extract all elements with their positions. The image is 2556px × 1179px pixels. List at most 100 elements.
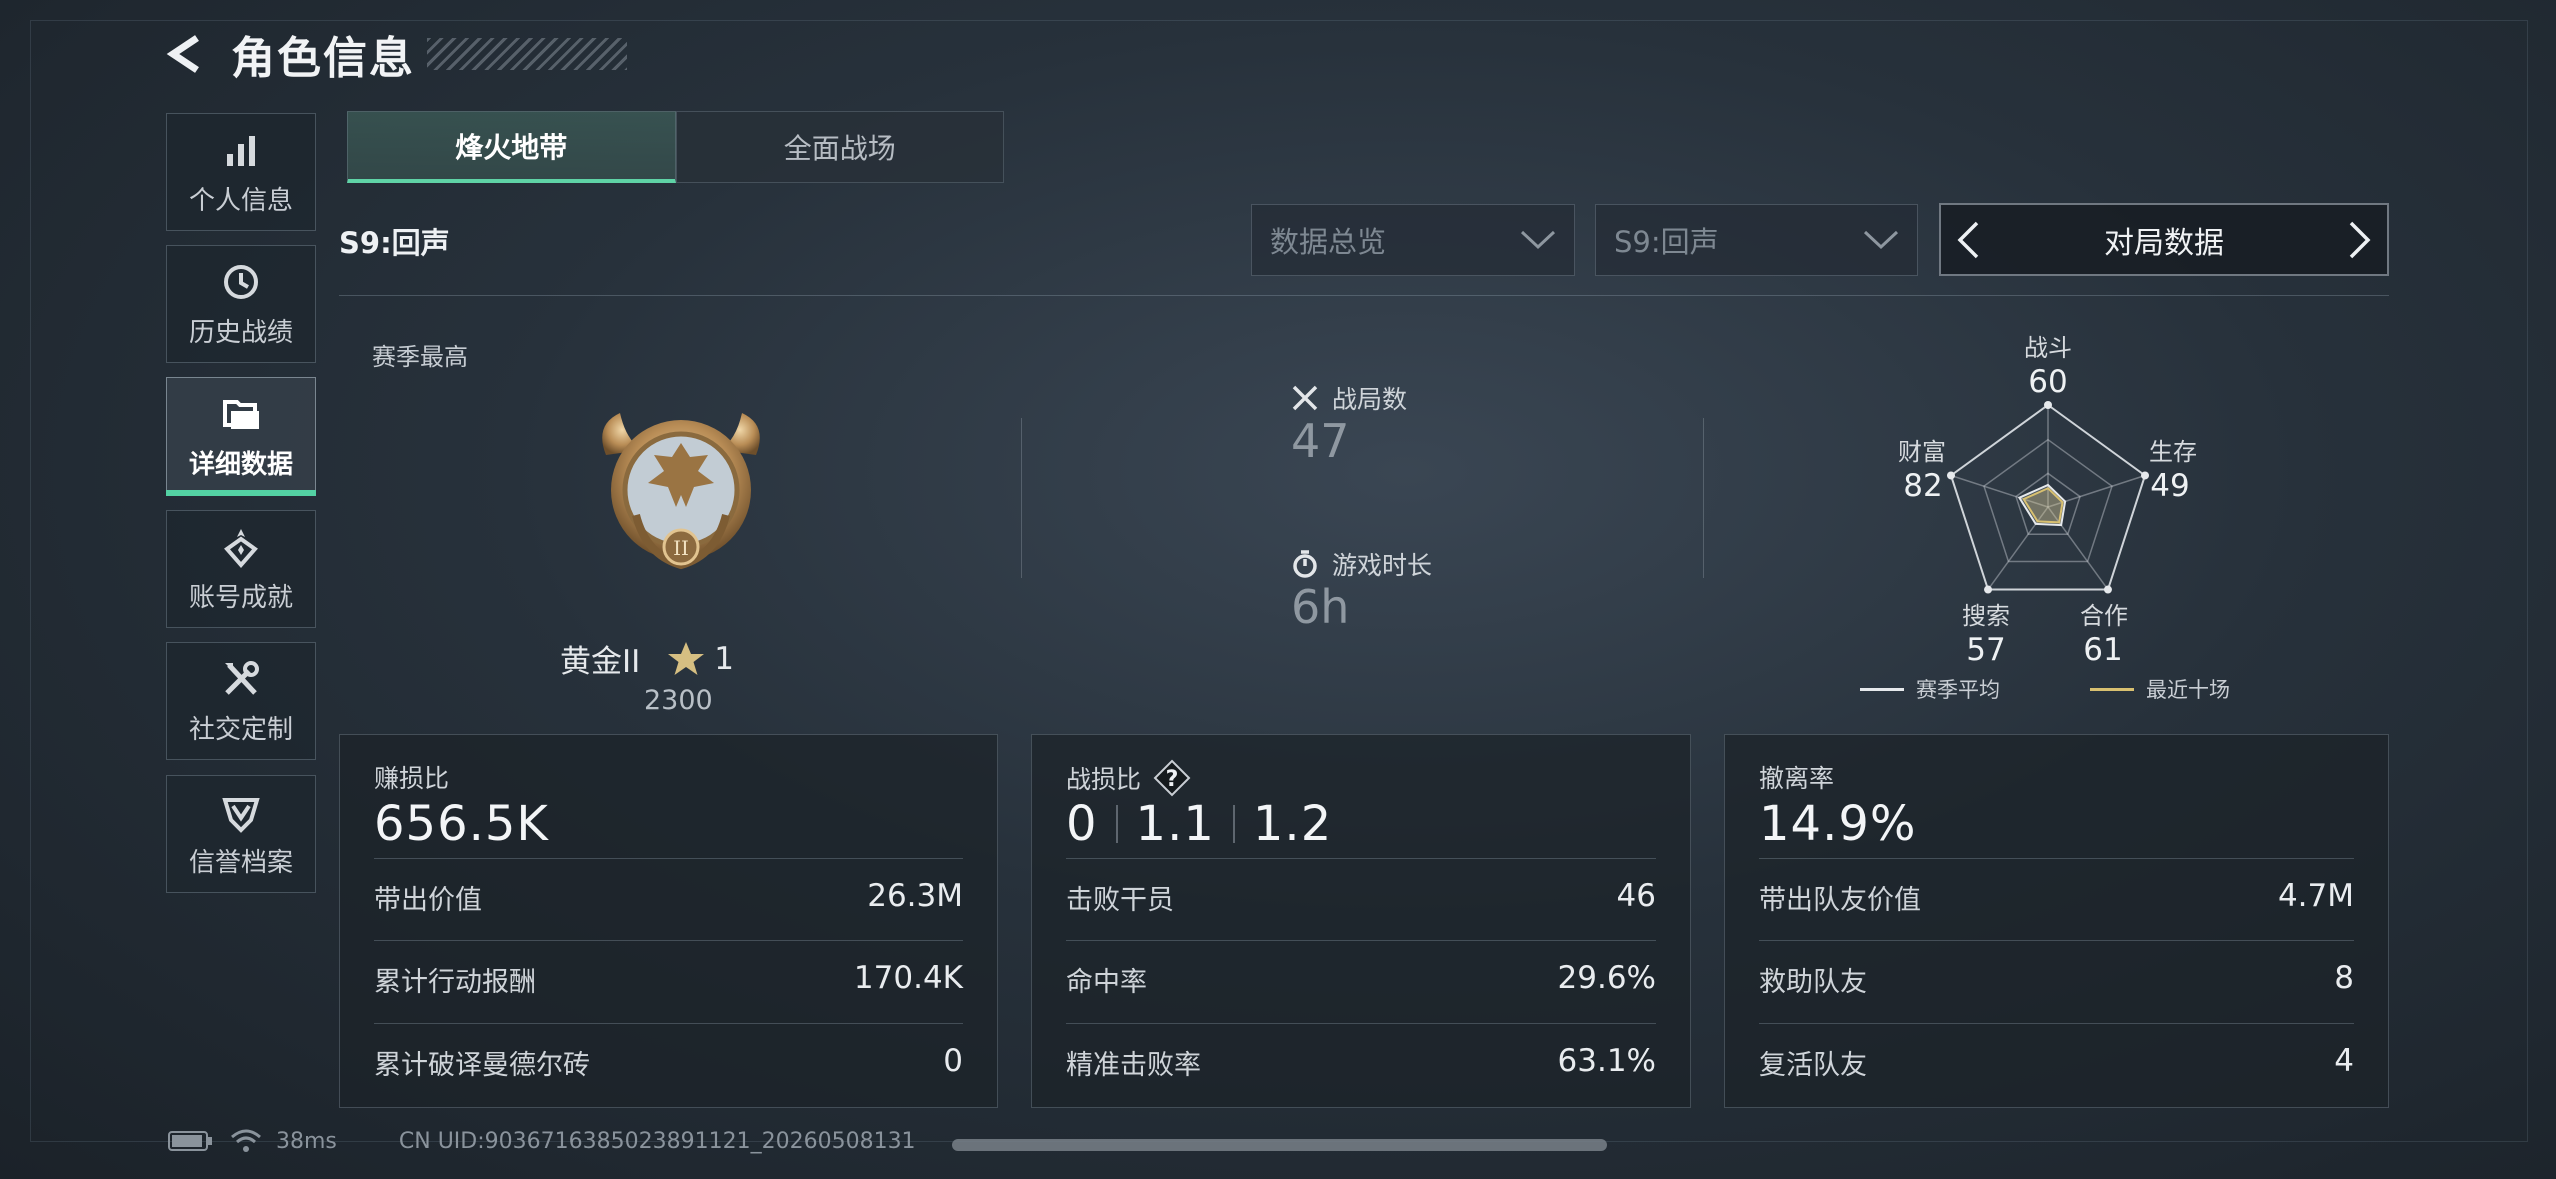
sidebar-item-detailed-data[interactable]: 详细数据 <box>166 377 316 496</box>
radar-axis-endpoint <box>2103 585 2112 594</box>
sidebar-item-achievements[interactable]: 账号成就 <box>166 510 316 628</box>
sidebar-item-personal-info[interactable]: 个人信息 <box>166 113 316 231</box>
rank-score: 2300 <box>644 685 713 716</box>
divider <box>1759 1023 2354 1024</box>
row-label: 累计破译曼德尔砖 <box>374 1050 590 1081</box>
row-label: 复活队友 <box>1759 1050 1867 1081</box>
tools-icon <box>225 660 259 695</box>
divider <box>1066 940 1656 941</box>
legend-line-season <box>1860 687 1904 691</box>
legend-recent-label: 最近十场 <box>2146 678 2230 702</box>
card-row: 命中率 29.6% <box>1066 960 1656 999</box>
card-title: 赚损比 <box>374 764 450 793</box>
value-separator <box>1115 805 1118 843</box>
divider <box>1021 418 1022 578</box>
kd-value-1: 0 <box>1066 796 1098 852</box>
radar-legend: 赛季平均 最近十场 <box>1860 674 2230 704</box>
card-main-value: 656.5K <box>374 796 549 852</box>
tab-full-battlefield[interactable]: 全面战场 <box>675 111 1004 183</box>
chevron-right-icon[interactable] <box>2347 220 2373 260</box>
chevron-down-icon <box>1863 230 1899 250</box>
card-title-row: 战损比 ? <box>1066 759 1191 797</box>
card-row: 带出价值 26.3M <box>374 878 963 917</box>
achievement-medal-icon <box>224 528 258 568</box>
card-main-values: 0 1.1 1.2 <box>1066 796 1332 852</box>
radar-axis-endpoint <box>2044 401 2052 409</box>
sidebar-item-label: 个人信息 <box>188 185 293 216</box>
mode-tabs: 烽火地带 全面战场 <box>347 111 1004 183</box>
card-row: 击败干员 46 <box>1066 878 1656 917</box>
value-separator <box>1232 805 1235 843</box>
clock-history-icon <box>224 264 258 299</box>
card-main-value: 14.9% <box>1759 796 1917 852</box>
wifi-icon <box>231 1129 261 1152</box>
radar-axis-endpoint <box>1984 585 1993 594</box>
tab-firezone[interactable]: 烽火地带 <box>347 111 676 183</box>
divider <box>1759 858 2354 859</box>
row-label: 命中率 <box>1066 967 1147 998</box>
row-value: 29.6% <box>1557 960 1656 996</box>
chevron-left-icon[interactable] <box>1955 220 1981 260</box>
ability-radar-chart <box>1946 401 2150 594</box>
row-value: 170.4K <box>853 960 963 996</box>
playtime-label: 游戏时长 <box>1332 551 1433 580</box>
kd-card: 战损比 ? 0 1.1 1.2 击败干员 46 命中率 29.6% 精准击败率 … <box>1031 734 1691 1108</box>
overview-dropdown-value: 数据总览 <box>1270 225 1387 259</box>
star-icon <box>668 641 705 675</box>
kd-value-2: 1.1 <box>1135 796 1215 852</box>
folders-icon <box>223 399 259 429</box>
sidebar-item-label: 社交定制 <box>188 714 293 745</box>
back-arrow-icon[interactable] <box>165 32 209 76</box>
rank-name: 黄金II <box>560 644 641 680</box>
uid-text: CN UID:9036716385023891121_20260508131 <box>398 1128 916 1154</box>
card-row: 累计行动报酬 170.4K <box>374 960 963 999</box>
svg-text:II: II <box>673 536 689 560</box>
sidebar-item-label: 信誉档案 <box>188 847 293 878</box>
radar-label-wealth: 财富 <box>1898 438 1946 466</box>
divider <box>374 1023 963 1024</box>
sidebar-item-social[interactable]: 社交定制 <box>166 642 316 760</box>
rank-emblem-icon: II <box>602 413 760 570</box>
season-dropdown[interactable]: S9:回声 <box>1595 204 1918 276</box>
sidebar-item-reputation[interactable]: 信誉档案 <box>166 775 316 893</box>
season-label: S9:回声 <box>339 226 450 260</box>
season-dropdown-value: S9:回声 <box>1614 225 1719 259</box>
pager-label: 对局数据 <box>2104 225 2224 261</box>
playtime-stat-label: 游戏时长 <box>1290 546 1432 582</box>
stopwatch-icon <box>1293 550 1317 578</box>
profit-card: 赚损比 656.5K 带出价值 26.3M 累计行动报酬 170.4K 累计破译… <box>339 734 998 1108</box>
sidebar-item-history[interactable]: 历史战绩 <box>166 245 316 363</box>
games-value: 47 <box>1291 414 1350 468</box>
help-icon[interactable]: ? <box>1153 759 1191 797</box>
row-value: 63.1% <box>1557 1043 1656 1079</box>
games-stat-label: 战局数 <box>1290 380 1407 416</box>
data-type-pager: 对局数据 <box>1939 203 2389 276</box>
row-value: 4.7M <box>2277 878 2354 914</box>
row-value: 8 <box>2334 960 2354 996</box>
bar-chart-icon <box>227 135 255 166</box>
card-row: 救助队友 8 <box>1759 960 2354 999</box>
divider <box>1066 858 1656 859</box>
overview-dropdown[interactable]: 数据总览 <box>1251 204 1575 276</box>
legend-line-recent <box>2090 687 2134 691</box>
home-indicator[interactable] <box>952 1139 1607 1151</box>
radar-value-survival: 49 <box>2150 468 2190 504</box>
title-decoration <box>427 38 627 70</box>
radar-value-combat: 60 <box>2028 364 2068 400</box>
playtime-value: 6h <box>1291 580 1350 634</box>
divider <box>1759 940 2354 941</box>
battery-icon <box>168 1131 212 1151</box>
sidebar-item-label: 历史战绩 <box>188 317 293 348</box>
sidebar-item-label: 账号成就 <box>188 582 293 613</box>
games-label: 战局数 <box>1332 385 1408 414</box>
card-row: 带出队友价值 4.7M <box>1759 878 2354 917</box>
radar-value-coop: 61 <box>2083 632 2123 668</box>
sidebar-item-label: 详细数据 <box>188 449 293 480</box>
page-title: 角色信息 <box>231 33 415 84</box>
extract-card: 撤离率 14.9% 带出队友价值 4.7M 救助队友 8 复活队友 4 <box>1724 734 2389 1108</box>
svg-text:?: ? <box>1166 767 1179 792</box>
radar-label-search: 搜索 <box>1962 602 2010 630</box>
card-row: 精准击败率 63.1% <box>1066 1043 1656 1082</box>
radar-label-coop: 合作 <box>2080 602 2128 630</box>
ping-value: 38ms <box>276 1128 337 1154</box>
